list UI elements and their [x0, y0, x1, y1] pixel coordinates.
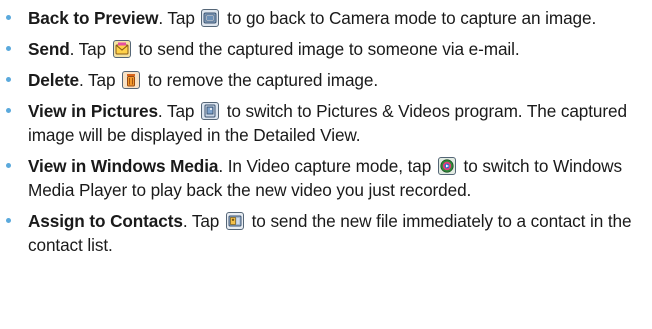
item-text-before: . Tap [157, 101, 200, 121]
item-text-after: to go back to Camera mode to capture an … [222, 8, 597, 28]
item-title: View in Pictures [28, 101, 158, 121]
list-item-assign-to-contacts: Assign to Contacts. Tap to send the new … [0, 209, 652, 257]
item-title: Assign to Contacts [28, 211, 183, 231]
contact-card-icon [225, 212, 244, 230]
item-text-before: . Tap [182, 211, 224, 231]
item-text-before: . Tap [79, 70, 121, 90]
item-text-before: . In Video capture mode, tap [218, 156, 436, 176]
trash-icon [122, 71, 141, 89]
media-player-icon [437, 157, 456, 175]
camera-preview-icon [201, 9, 220, 27]
item-text-before: . Tap [69, 39, 111, 59]
item-text-before: . Tap [158, 8, 200, 28]
list-item-send: Send. Tap to send the captured image to … [0, 37, 652, 61]
feature-list: Back to Preview. Tap to go back to Camer… [0, 6, 652, 257]
bullet-dot [6, 108, 11, 113]
item-title: View in Windows Media [28, 156, 219, 176]
bullet-dot [6, 15, 11, 20]
item-text-after: to send the captured image to someone vi… [133, 39, 520, 59]
item-title: Send [28, 39, 70, 59]
bullet-dot [6, 218, 11, 223]
list-item-back-to-preview: Back to Preview. Tap to go back to Camer… [0, 6, 652, 30]
envelope-icon [112, 40, 131, 58]
item-text-after: to remove the captured image. [143, 70, 379, 90]
bullet-dot [6, 77, 11, 82]
item-title: Back to Preview [28, 8, 159, 28]
bullet-dot [6, 163, 11, 168]
list-item-view-in-pictures: View in Pictures. Tap to switch to Pictu… [0, 99, 652, 147]
list-item-view-in-windows-media: View in Windows Media. In Video capture … [0, 154, 652, 202]
list-item-delete: Delete. Tap to remove the captured image… [0, 68, 652, 92]
bullet-dot [6, 46, 11, 51]
pictures-icon [201, 102, 220, 120]
item-title: Delete [28, 70, 79, 90]
document-page: Back to Preview. Tap to go back to Camer… [0, 0, 652, 329]
